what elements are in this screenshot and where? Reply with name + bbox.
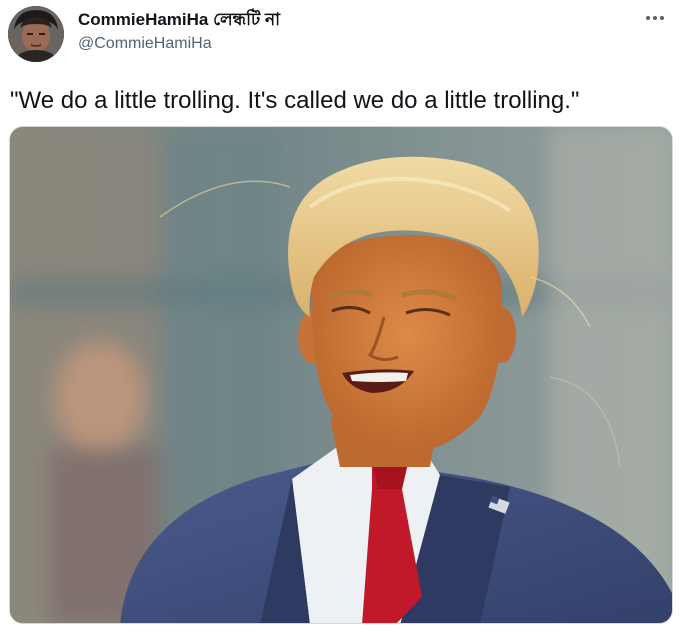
more-options-icon — [646, 16, 664, 20]
display-name[interactable]: CommieHamiHa লেন্ধটি না — [78, 10, 280, 30]
tweet-text: "We do a little trolling. It's called we… — [10, 87, 580, 114]
avatar[interactable] — [8, 6, 64, 62]
author-info: CommieHamiHa লেন্ধটি না @CommieHamiHa — [78, 10, 280, 54]
user-handle[interactable]: @CommieHamiHa — [78, 34, 280, 54]
avatar-photo-icon — [8, 6, 64, 62]
tweet-photo[interactable] — [9, 126, 673, 624]
tweet-card: CommieHamiHa লেন্ধটি না @CommieHamiHa "W… — [0, 0, 680, 632]
photo-icon — [10, 127, 672, 623]
more-options-button[interactable] — [640, 8, 670, 28]
